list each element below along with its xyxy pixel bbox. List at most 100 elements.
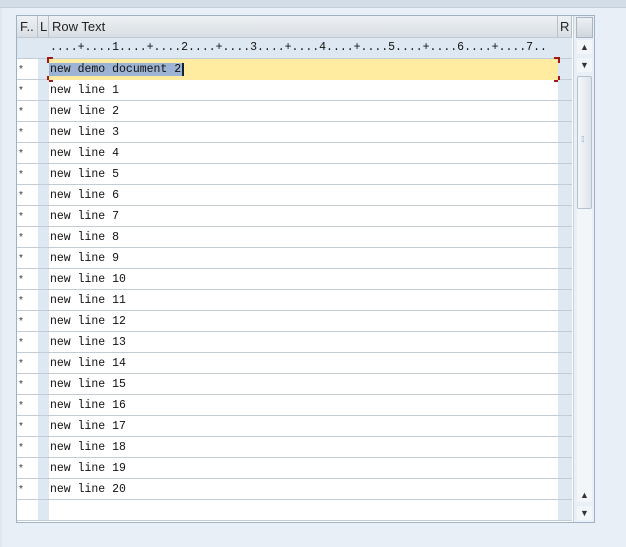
r-cell — [558, 353, 572, 373]
r-cell — [558, 80, 572, 100]
line-cell — [38, 143, 49, 163]
column-header-l[interactable]: L — [38, 16, 49, 38]
table-row[interactable] — [17, 500, 572, 521]
row-text[interactable]: new line 2 — [50, 105, 119, 118]
column-header-f[interactable]: F.. — [17, 16, 38, 38]
row-text[interactable]: new line 7 — [50, 210, 119, 223]
line-cell — [38, 248, 49, 268]
r-cell — [558, 185, 572, 205]
table-row[interactable]: * new line 14 — [17, 353, 572, 374]
line-cell — [38, 101, 49, 121]
r-cell — [558, 248, 572, 268]
row-text[interactable]: new line 9 — [50, 252, 119, 265]
r-cell — [558, 374, 572, 394]
r-cell — [558, 206, 572, 226]
row-text[interactable]: new line 5 — [50, 168, 119, 181]
scrollbar-thumb[interactable]: ⁞⁞ — [577, 76, 592, 209]
arrow-down-icon[interactable]: ▼ — [577, 506, 592, 520]
column-header-row-text[interactable]: Row Text — [49, 16, 558, 38]
table-row[interactable]: * new line 7 — [17, 206, 572, 227]
line-cell — [38, 479, 49, 499]
grip-icon: ⁞⁞ — [581, 135, 585, 144]
r-cell — [558, 500, 572, 520]
line-cell — [38, 437, 49, 457]
row-text[interactable]: new line 14 — [50, 357, 126, 370]
r-cell — [558, 479, 572, 499]
r-cell — [558, 143, 572, 163]
row-text[interactable]: new line 8 — [50, 231, 119, 244]
table-row[interactable]: * new line 15 — [17, 374, 572, 395]
text-editor-table: F.. L Row Text R ....+....1....+....2...… — [16, 15, 595, 523]
row-text[interactable]: new line 16 — [50, 399, 126, 412]
row-text[interactable]: new line 3 — [50, 126, 119, 139]
table-row[interactable]: * new line 16 — [17, 395, 572, 416]
line-cell — [38, 185, 49, 205]
row-text[interactable]: new line 20 — [50, 483, 126, 496]
row-text[interactable]: new line 17 — [50, 420, 126, 433]
row-text[interactable]: new line 12 — [50, 315, 126, 328]
row-text[interactable]: new line 4 — [50, 147, 119, 160]
line-cell — [38, 206, 49, 226]
r-cell — [558, 227, 572, 247]
line-cell — [38, 374, 49, 394]
arrow-up-icon[interactable]: ▲ — [577, 488, 592, 502]
table-row[interactable]: * new line 8 — [17, 227, 572, 248]
vertical-scrollbar[interactable]: ▲ ▼ ⁞⁞ ▲ ▼ — [573, 16, 594, 522]
arrow-up-icon[interactable]: ▲ — [577, 40, 592, 54]
row-text[interactable]: new line 11 — [50, 294, 126, 307]
r-cell — [558, 269, 572, 289]
row-text[interactable]: new line 6 — [50, 189, 119, 202]
line-cell — [38, 416, 49, 436]
r-cell — [558, 311, 572, 331]
scrollbar-corner-button[interactable] — [576, 17, 593, 38]
row-text[interactable]: new line 13 — [50, 336, 126, 349]
r-cell — [558, 458, 572, 478]
table-row[interactable]: * new line 18 — [17, 437, 572, 458]
table-row[interactable]: * new line 20 — [17, 479, 572, 500]
table-row[interactable]: * new demo document 2 — [17, 57, 572, 82]
column-header-r[interactable]: R — [558, 16, 572, 38]
row-text[interactable]: new line 19 — [50, 462, 126, 475]
line-cell — [38, 458, 49, 478]
table-row[interactable]: * new line 4 — [17, 143, 572, 164]
ruler-row: ....+....1....+....2....+....3....+....4… — [17, 38, 572, 59]
table-row[interactable]: * new line 11 — [17, 290, 572, 311]
table-row[interactable]: * new line 19 — [17, 458, 572, 479]
line-cell — [38, 80, 49, 100]
scrollbar-track[interactable] — [577, 209, 592, 491]
table-row[interactable]: * new line 10 — [17, 269, 572, 290]
line-cell — [38, 311, 49, 331]
line-cell — [38, 269, 49, 289]
top-strip — [0, 0, 626, 8]
ruler-text: ....+....1....+....2....+....3....+....4… — [50, 41, 547, 54]
table-row[interactable]: * new line 2 — [17, 101, 572, 122]
table-row[interactable]: * new line 9 — [17, 248, 572, 269]
line-cell — [38, 500, 49, 520]
row-text[interactable]: new line 10 — [50, 273, 126, 286]
line-cell — [38, 122, 49, 142]
table-row[interactable]: * new line 12 — [17, 311, 572, 332]
r-cell — [558, 290, 572, 310]
table-row[interactable]: * new line 1 — [17, 80, 572, 101]
r-cell — [558, 122, 572, 142]
table-row[interactable]: * new line 13 — [17, 332, 572, 353]
row-text[interactable]: new line 15 — [50, 378, 126, 391]
line-cell — [38, 164, 49, 184]
line-cell — [38, 332, 49, 352]
r-cell — [558, 437, 572, 457]
line-cell — [38, 395, 49, 415]
table-row[interactable]: * new line 17 — [17, 416, 572, 437]
r-cell — [558, 59, 572, 79]
r-cell — [558, 164, 572, 184]
r-cell — [558, 101, 572, 121]
line-cell — [38, 353, 49, 373]
table-row[interactable]: * new line 6 — [17, 185, 572, 206]
table-row[interactable]: * new line 5 — [17, 164, 572, 185]
r-cell — [558, 395, 572, 415]
row-text[interactable]: new demo document 2 — [49, 63, 185, 76]
r-cell — [558, 416, 572, 436]
arrow-down-icon[interactable]: ▼ — [577, 58, 592, 72]
row-text[interactable]: new line 18 — [50, 441, 126, 454]
table-row[interactable]: * new line 3 — [17, 122, 572, 143]
row-text[interactable]: new line 1 — [50, 84, 119, 97]
